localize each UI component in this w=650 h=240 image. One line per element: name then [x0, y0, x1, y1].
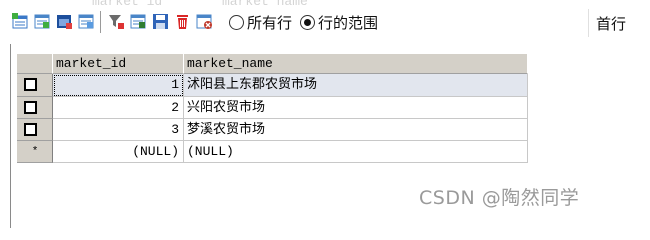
new-row-selector[interactable]: *	[17, 141, 53, 163]
save-grid-icon[interactable]	[34, 13, 51, 30]
toolbar: market_id market_name 所有行 行的范围 首行	[0, 0, 650, 44]
radio-circle-row-range[interactable]	[300, 14, 315, 30]
toolbar-separator	[100, 11, 101, 33]
cell-market-id-null[interactable]: (NULL)	[53, 141, 184, 163]
radio-all-rows-label: 所有行	[247, 13, 293, 32]
cell-market-name[interactable]: 梦溪农贸市场	[184, 119, 528, 141]
new-row-marker: *	[31, 146, 39, 158]
row-checkbox[interactable]	[24, 78, 37, 91]
save-icon[interactable]	[152, 13, 169, 30]
row-checkbox[interactable]	[24, 101, 37, 114]
radio-row-range[interactable]: 行的范围	[300, 13, 379, 32]
cell-market-name[interactable]: 兴阳农贸市场	[184, 97, 528, 119]
cell-market-id[interactable]: 1	[53, 74, 184, 97]
copy-row-icon[interactable]	[78, 13, 95, 30]
radio-row-range-label: 行的范围	[318, 13, 379, 32]
filter-icon[interactable]	[108, 13, 125, 30]
cell-market-id[interactable]: 3	[53, 119, 184, 141]
cell-market-name-null[interactable]: (NULL)	[184, 141, 528, 163]
row-checkbox[interactable]	[24, 123, 37, 136]
row-selector[interactable]	[17, 74, 53, 97]
duplicate-row-icon[interactable]	[56, 13, 73, 30]
refresh-icon[interactable]	[130, 13, 147, 30]
add-row-icon[interactable]	[12, 13, 29, 30]
cancel-changes-icon[interactable]	[196, 13, 213, 30]
radio-all-rows[interactable]: 所有行	[229, 13, 293, 32]
cell-market-name[interactable]: 沭阳县上东郡农贸市场	[184, 74, 528, 97]
header-corner[interactable]	[17, 54, 53, 74]
column-header-market-id[interactable]: market_id	[53, 54, 184, 74]
watermark: CSDN @陶然同学	[419, 187, 580, 209]
ghost-header-market-name: market_name	[222, 0, 308, 6]
row-selector[interactable]	[17, 97, 53, 119]
delete-icon[interactable]	[174, 13, 191, 30]
cell-market-id[interactable]: 2	[53, 97, 184, 119]
row-selector[interactable]	[17, 119, 53, 141]
ghost-header-market-id: market_id	[92, 0, 162, 6]
panel-left-border	[10, 44, 11, 228]
first-row-label: 首行	[596, 15, 627, 33]
radio-circle-all-rows[interactable]	[229, 14, 244, 30]
column-header-market-name[interactable]: market_name	[184, 54, 528, 74]
toolbar-right-separator	[588, 9, 589, 37]
